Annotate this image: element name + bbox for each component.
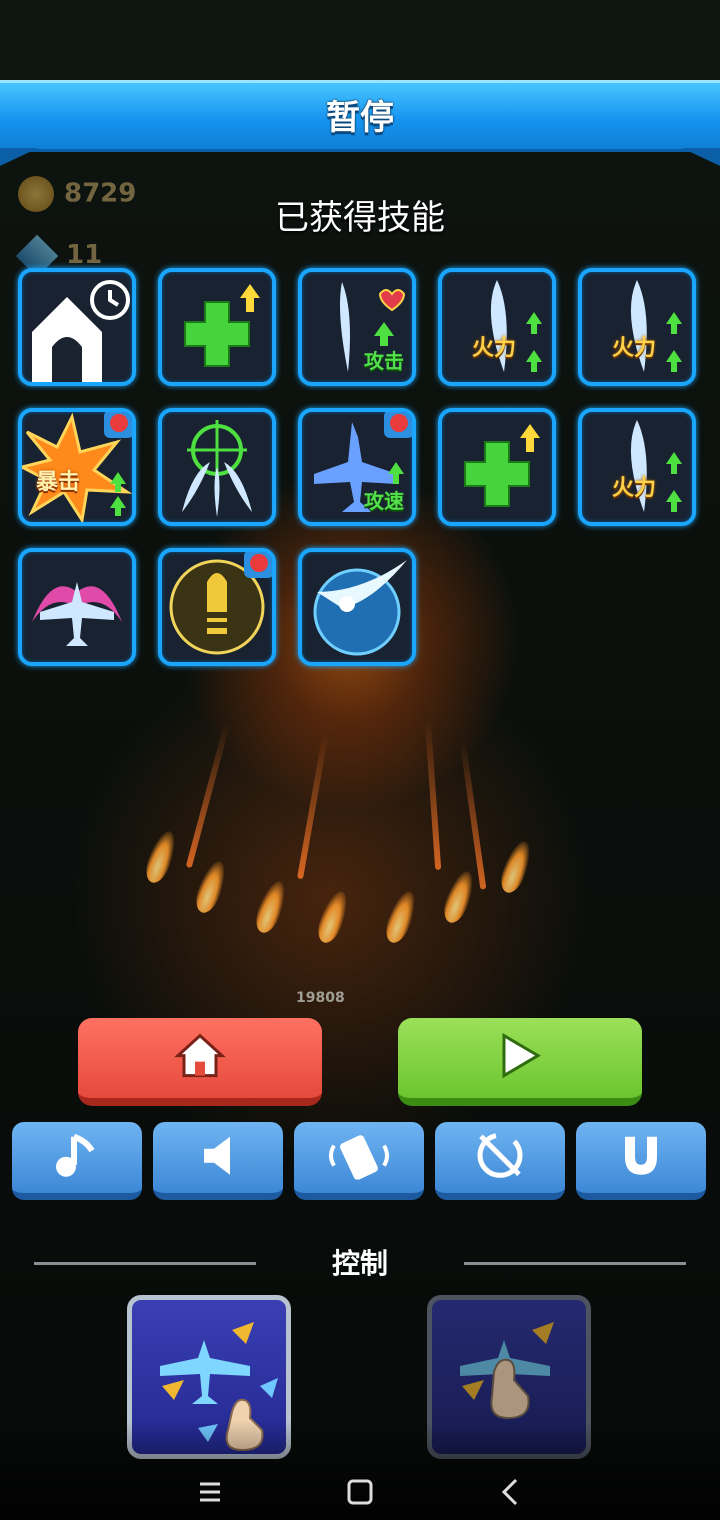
heal-plus-icon: [464, 424, 540, 507]
no-rotate-icon: [477, 1132, 523, 1178]
skill-attack-speed-up[interactable]: 攻速: [298, 408, 416, 526]
skill-firepower-up[interactable]: 火力: [578, 268, 696, 386]
firepower-icon: [490, 280, 542, 372]
skill-label: 暴击: [36, 470, 81, 495]
pause-banner: 暂停: [0, 80, 720, 166]
control-heading: 控制: [331, 1247, 388, 1280]
firepower-icon: [630, 280, 682, 372]
skill-label: 火力: [472, 336, 517, 361]
vibration-toggle-button[interactable]: [294, 1122, 424, 1200]
play-icon: [502, 1032, 541, 1079]
magnet-icon: [625, 1136, 657, 1175]
upgrade-badge: [104, 412, 132, 438]
skill-firepower-up[interactable]: 火力: [578, 408, 696, 526]
home-clock-icon: [32, 280, 130, 382]
menu-icon[interactable]: [190, 1472, 230, 1512]
skill-attack-up[interactable]: 攻击: [298, 268, 416, 386]
skill-home-shield[interactable]: [18, 268, 136, 386]
skill-label: 攻速: [364, 489, 404, 513]
skill-critical-up[interactable]: 暴击: [18, 408, 136, 526]
gem-counter: 11: [15, 234, 103, 277]
skill-energy-orb[interactable]: [298, 548, 416, 666]
back-icon[interactable]: [492, 1472, 532, 1512]
resume-button[interactable]: [398, 1018, 642, 1106]
skill-label: 火力: [612, 476, 657, 501]
skill-homing-missiles[interactable]: [158, 408, 276, 526]
home-button[interactable]: [78, 1018, 322, 1106]
vibration-icon: [329, 1134, 389, 1180]
gem-value: 11: [66, 240, 103, 270]
page-title: 暂停: [326, 98, 394, 138]
skill-heal-up[interactable]: [438, 408, 556, 526]
music-note-icon: [56, 1133, 95, 1177]
skill-firepower-up[interactable]: 火力: [438, 268, 556, 386]
acquired-skills-heading: 已获得技能: [275, 198, 445, 238]
skill-bullet-upgrade[interactable]: [158, 548, 276, 666]
magnet-toggle-button[interactable]: [576, 1122, 706, 1200]
music-toggle-button[interactable]: [12, 1122, 142, 1200]
upgrade-badge: [384, 412, 412, 438]
skill-heal-up[interactable]: [158, 268, 276, 386]
heal-plus-icon: [184, 284, 260, 367]
home-nav-icon[interactable]: [340, 1472, 380, 1512]
skill-label: 攻击: [364, 349, 404, 373]
speaker-icon: [204, 1136, 230, 1175]
energy-orb-icon: [313, 560, 407, 656]
firepower-icon: [630, 420, 682, 512]
winged-plane-icon: [32, 582, 122, 646]
upgrade-badge: [244, 552, 272, 578]
crosshair-icon: [182, 420, 252, 517]
sound-toggle-button[interactable]: [153, 1122, 283, 1200]
skill-label: 火力: [612, 336, 657, 361]
skill-wing-shield[interactable]: [18, 548, 136, 666]
system-nav-bar: [0, 1420, 720, 1520]
home-icon: [174, 1033, 226, 1078]
score-popup: 19808: [296, 990, 345, 1006]
rotation-toggle-button[interactable]: [435, 1122, 565, 1200]
